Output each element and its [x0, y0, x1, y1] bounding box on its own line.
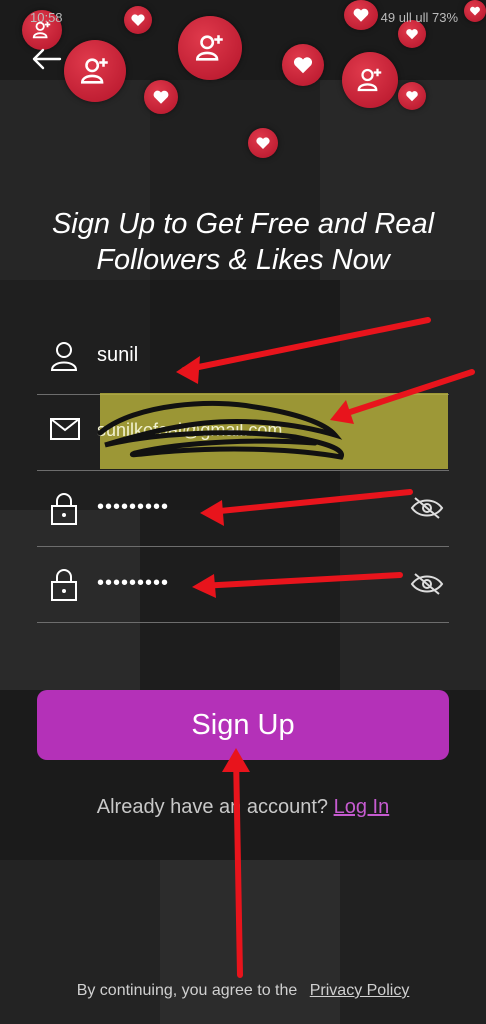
heart-icon: [144, 80, 178, 114]
status-bar: 10:58 49 ull ull 73%: [0, 0, 486, 36]
heart-icon: [248, 128, 278, 158]
username-value: sunil: [97, 344, 139, 366]
confirm-password-field[interactable]: •••••••••: [37, 546, 449, 623]
privacy-text: By continuing, you agree to the: [76, 982, 298, 999]
lock-icon: [49, 492, 79, 525]
page-title: Sign Up to Get Free and Real Followers &…: [0, 206, 486, 278]
status-indicators: 49 ull ull 73%: [380, 10, 458, 25]
login-prompt-line: Already have an account? Log In: [0, 796, 486, 819]
add-user-icon: [342, 52, 398, 108]
add-user-icon: [64, 40, 126, 102]
password-value: •••••••••: [97, 496, 170, 518]
privacy-line: By continuing, you agree to the Privacy …: [0, 982, 486, 1000]
sign-up-button[interactable]: Sign Up: [37, 690, 449, 760]
login-link[interactable]: Log In: [334, 796, 390, 818]
confirm-password-value: •••••••••: [97, 572, 170, 594]
title-line-1: Sign Up to Get Free and Real: [51, 208, 435, 240]
user-icon: [49, 340, 79, 372]
title-line-2: Followers & Likes Now: [96, 244, 390, 276]
login-prompt: Already have an account?: [96, 796, 329, 818]
back-arrow-icon[interactable]: [28, 44, 64, 74]
username-field[interactable]: sunil: [37, 318, 449, 395]
heart-icon: [282, 44, 324, 86]
scribble-redaction: [97, 400, 344, 460]
eye-off-icon[interactable]: [409, 496, 445, 520]
heart-icon: [398, 82, 426, 110]
password-field[interactable]: •••••••••: [37, 470, 449, 547]
privacy-policy-link[interactable]: Privacy Policy: [310, 982, 410, 999]
eye-off-icon[interactable]: [409, 572, 445, 596]
status-time: 10:58: [30, 10, 63, 25]
lock-icon: [49, 568, 79, 601]
